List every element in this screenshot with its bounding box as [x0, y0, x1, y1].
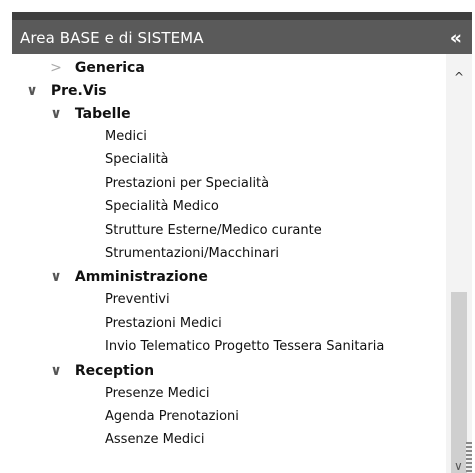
navigation-panel: Area BASE e di SISTEMA « > Generica ∨ Pr…: [12, 12, 472, 473]
tree-leaf-prestazioni-per-specialita[interactable]: Prestazioni per Specialità: [105, 172, 269, 196]
scroll-thumb[interactable]: [451, 292, 467, 473]
tree-leaf-label: Invio Telematico Progetto Tessera Sanita…: [105, 339, 385, 354]
collapse-panel-button[interactable]: «: [450, 27, 462, 49]
tree-leaf-label: Presenze Medici: [105, 386, 210, 401]
chevron-down-icon[interactable]: ∨: [26, 79, 38, 103]
tree-node-tabelle[interactable]: ∨ Tabelle: [50, 102, 131, 126]
tree-leaf-label: Strutture Esterne/Medico curante: [105, 223, 322, 238]
tree-node-label: Pre.Vis: [50, 83, 107, 99]
tree-leaf-label: Preventivi: [105, 292, 170, 307]
tree-node-pre-vis[interactable]: ∨ Pre.Vis: [26, 79, 107, 103]
tree-leaf-specialita[interactable]: Specialità: [105, 148, 169, 172]
vertical-scrollbar[interactable]: ^ ∨: [446, 54, 472, 473]
tree-node-generica[interactable]: > Generica: [50, 56, 145, 80]
chevron-down-icon[interactable]: ∨: [50, 359, 62, 383]
tree-node-label: Tabelle: [74, 106, 131, 122]
chevron-down-icon[interactable]: ∨: [50, 102, 62, 126]
chevron-down-icon[interactable]: ∨: [50, 265, 62, 289]
tree-leaf-label: Strumentazioni/Macchinari: [105, 246, 280, 261]
tree-node-label: Generica: [74, 60, 145, 76]
scroll-down-icon[interactable]: ∨: [454, 459, 463, 473]
tree-leaf-medici[interactable]: Medici: [105, 125, 147, 149]
tree-leaf-agenda-prenotazioni[interactable]: Agenda Prenotazioni: [105, 405, 239, 429]
tree-node-label: Amministrazione: [74, 269, 208, 285]
tree-leaf-invio-telematico[interactable]: Invio Telematico Progetto Tessera Sanita…: [105, 335, 384, 359]
panel-title: Area BASE e di SISTEMA: [20, 29, 204, 47]
tree-leaf-label: Specialità Medico: [105, 199, 219, 214]
tree-leaf-preventivi[interactable]: Preventivi: [105, 288, 170, 312]
tree-leaf-assenze-medici[interactable]: Assenze Medici: [105, 428, 204, 452]
tree-leaf-strutture-esterne[interactable]: Strutture Esterne/Medico curante: [105, 219, 322, 243]
tree-leaf-label: Agenda Prenotazioni: [105, 409, 239, 424]
navigation-tree: > Generica ∨ Pre.Vis ∨ Tabelle Medici Sp…: [12, 54, 446, 473]
tree-leaf-label: Prestazioni per Specialità: [105, 176, 270, 191]
scroll-up-icon[interactable]: ^: [454, 70, 464, 84]
tree-leaf-strumentazioni[interactable]: Strumentazioni/Macchinari: [105, 242, 279, 266]
tree-node-amministrazione[interactable]: ∨ Amministrazione: [50, 265, 208, 289]
tree-leaf-presenze-medici[interactable]: Presenze Medici: [105, 382, 209, 406]
tree-leaf-label: Assenze Medici: [105, 432, 205, 447]
tree-leaf-label: Medici: [105, 129, 147, 144]
chevron-right-icon[interactable]: >: [50, 56, 62, 80]
resize-grip[interactable]: [466, 442, 472, 472]
panel-header: Area BASE e di SISTEMA «: [12, 12, 472, 54]
tree-node-label: Reception: [74, 363, 155, 379]
tree-leaf-prestazioni-medici[interactable]: Prestazioni Medici: [105, 312, 222, 336]
tree-leaf-label: Prestazioni Medici: [105, 316, 222, 331]
tree-node-reception[interactable]: ∨ Reception: [50, 359, 154, 383]
tree-leaf-specialita-medico[interactable]: Specialità Medico: [105, 195, 219, 219]
tree-leaf-label: Specialità: [105, 152, 169, 167]
